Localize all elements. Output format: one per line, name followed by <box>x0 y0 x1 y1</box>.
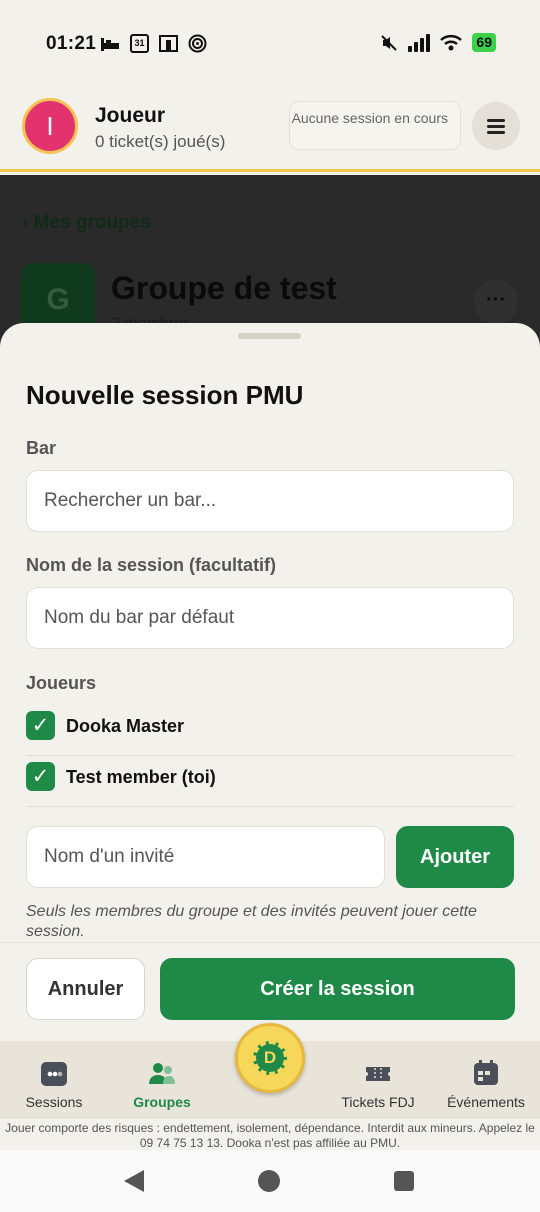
nav-label: Groupes <box>133 1094 191 1110</box>
signal-icon <box>408 33 431 52</box>
nav-groups[interactable]: Groupes <box>108 1041 216 1117</box>
create-session-button[interactable]: Créer la session <box>160 958 515 1020</box>
mute-icon <box>381 34 398 51</box>
player-name: Dooka Master <box>66 716 185 736</box>
calendar-icon: 31 <box>130 34 149 53</box>
avatar[interactable]: I <box>22 98 78 154</box>
tickets-played-count: 0 ticket(s) joué(s) <box>95 132 226 151</box>
group-title: Groupe de test <box>111 270 337 306</box>
session-name-input[interactable] <box>27 588 513 648</box>
players-note: Seuls les membres du groupe et des invit… <box>26 903 477 940</box>
gambling-disclaimer: Jouer comporte des risques : endettement… <box>0 1117 540 1150</box>
store-icon <box>159 35 178 52</box>
menu-icon <box>487 119 505 122</box>
session-name-label: Nom de la session (facultatif) <box>26 555 277 575</box>
sessions-icon <box>41 1062 67 1086</box>
menu-button[interactable] <box>472 102 520 150</box>
session-status-badge[interactable]: Aucune session en cours <box>289 101 461 150</box>
notification-icons: 31 <box>100 34 207 53</box>
back-to-groups-link: ‹ Mes groupes <box>22 212 151 233</box>
bed-icon <box>101 38 119 51</box>
player-row[interactable]: ✓ Test member (toi) <box>26 757 514 807</box>
bar-search-field[interactable] <box>26 470 514 532</box>
user-name: Joueur <box>95 104 166 127</box>
wifi-icon <box>440 35 463 51</box>
groups-icon <box>149 1063 175 1084</box>
nav-tickets[interactable]: Tickets FDJ <box>324 1041 432 1117</box>
guest-name-input[interactable] <box>27 827 384 887</box>
battery-icon: 69 <box>472 33 496 52</box>
nav-label: Événements <box>447 1094 525 1110</box>
player-checkbox[interactable]: ✓ <box>26 711 55 740</box>
back-icon[interactable] <box>124 1170 144 1192</box>
player-checkbox[interactable]: ✓ <box>26 762 55 791</box>
bar-label: Bar <box>26 438 57 458</box>
system-status-icons: 69 <box>380 33 496 52</box>
ticket-icon <box>366 1067 390 1081</box>
guest-name-field[interactable] <box>26 826 385 888</box>
player-row[interactable]: ✓ Dooka Master <box>26 706 514 756</box>
new-session-sheet: Nouvelle session PMU Bar Nom de la sessi… <box>0 323 540 1043</box>
nav-label: Sessions <box>25 1094 83 1110</box>
player-name: Test member (toi) <box>66 767 216 787</box>
bar-search-input[interactable] <box>27 471 513 531</box>
dooka-logo-icon: D <box>253 1041 287 1075</box>
sheet-title: Nouvelle session PMU <box>26 380 304 410</box>
system-navigation-bar <box>0 1150 540 1212</box>
nav-sessions[interactable]: Sessions <box>0 1041 108 1117</box>
cancel-button[interactable]: Annuler <box>26 958 145 1020</box>
target-icon <box>188 34 207 53</box>
home-icon[interactable] <box>258 1170 280 1192</box>
recent-apps-icon[interactable] <box>394 1171 414 1191</box>
status-bar: 01:21 31 69 <box>0 0 540 88</box>
session-name-field[interactable] <box>26 587 514 649</box>
app-header: I Joueur 0 ticket(s) joué(s) Aucune sess… <box>0 88 540 172</box>
nav-events[interactable]: Événements <box>432 1041 540 1117</box>
sheet-drag-handle[interactable] <box>238 333 301 339</box>
calendar-icon <box>474 1060 498 1085</box>
status-time: 01:21 <box>46 33 97 54</box>
add-guest-button[interactable]: Ajouter <box>396 826 514 888</box>
nav-label: Tickets FDJ <box>341 1094 415 1110</box>
players-label: Joueurs <box>26 673 97 693</box>
more-options-icon: ··· <box>474 280 518 324</box>
dooka-home-button[interactable]: D <box>235 1023 305 1093</box>
